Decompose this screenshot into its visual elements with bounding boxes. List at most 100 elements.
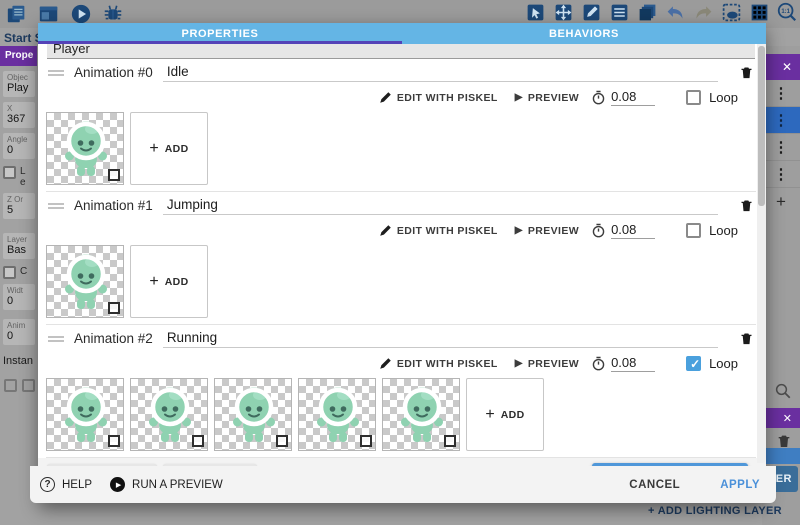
preview-button[interactable]: ▶ PREVIEW bbox=[510, 225, 584, 237]
speed-input[interactable]: 0.08 bbox=[611, 89, 655, 106]
sprite-frame[interactable] bbox=[382, 378, 460, 451]
layer-edit-partial[interactable] bbox=[762, 448, 800, 464]
add-animation-button[interactable]: + ADD AN ANIMATION bbox=[592, 463, 748, 466]
edit-with-piskel-button[interactable]: EDIT WITH PISKEL bbox=[374, 357, 503, 370]
variables-icon-1[interactable] bbox=[4, 379, 17, 392]
grid-icon[interactable] bbox=[748, 1, 770, 23]
edit-pencil-icon[interactable] bbox=[580, 1, 602, 23]
edit-with-piskel-button[interactable]: EDIT WITH PISKEL bbox=[374, 224, 503, 237]
frame-checkbox[interactable] bbox=[360, 435, 372, 447]
add-frame-button[interactable]: + ADD bbox=[466, 378, 544, 451]
menu-dots-icon[interactable]: ⋮ bbox=[774, 84, 789, 102]
move-tool-icon[interactable] bbox=[552, 1, 574, 23]
loop-toggle[interactable]: Loop bbox=[686, 356, 742, 371]
cancel-button[interactable]: CANCEL bbox=[629, 479, 680, 491]
custom-size-checkbox-row[interactable]: C bbox=[3, 266, 35, 279]
redo-icon[interactable] bbox=[692, 1, 714, 23]
add-row-button[interactable]: + bbox=[762, 188, 800, 215]
edit-hitboxes-button[interactable]: EDIT HITBOXES bbox=[48, 464, 156, 466]
preview-button[interactable]: ▶ PREVIEW bbox=[510, 92, 584, 104]
drag-handle-icon[interactable] bbox=[48, 68, 64, 78]
object-name-field[interactable]: ObjecPlay bbox=[3, 71, 35, 97]
animation-name-input[interactable]: Running bbox=[163, 330, 718, 348]
width-field[interactable]: Widt0 bbox=[3, 284, 35, 310]
menu-dots-icon[interactable]: ⋮ bbox=[774, 111, 789, 129]
layer-row[interactable]: ⋮ bbox=[762, 161, 800, 188]
edit-with-piskel-button[interactable]: EDIT WITH PISKEL bbox=[374, 91, 503, 104]
drag-handle-icon[interactable] bbox=[48, 201, 64, 211]
speed-input[interactable]: 0.08 bbox=[611, 222, 655, 239]
frame-checkbox[interactable] bbox=[108, 435, 120, 447]
layer-row[interactable]: ⋮ bbox=[762, 80, 800, 107]
undo-icon[interactable] bbox=[664, 1, 686, 23]
frame-checkbox[interactable] bbox=[276, 435, 288, 447]
delete-animation-icon[interactable] bbox=[736, 64, 756, 81]
object-name-input[interactable]: Player bbox=[47, 44, 755, 59]
tab-properties[interactable]: PROPERTIES bbox=[38, 23, 402, 44]
apply-button[interactable]: APPLY bbox=[720, 479, 760, 491]
dialog-scrollbar[interactable] bbox=[757, 44, 766, 463]
run-preview-button[interactable]: ▶ RUN A PREVIEW bbox=[110, 477, 223, 492]
animation-section: Animation #1 Jumping EDIT WITH PISKEL ▶ … bbox=[46, 192, 756, 325]
loop-checkbox[interactable] bbox=[686, 356, 701, 371]
close-icon[interactable]: ✕ bbox=[782, 60, 792, 74]
tab-behaviors[interactable]: BEHAVIORS bbox=[402, 23, 766, 44]
add-frame-button[interactable]: + ADD bbox=[130, 245, 208, 318]
objects-stack-icon[interactable] bbox=[636, 1, 658, 23]
angle-field[interactable]: Angle0 bbox=[3, 133, 35, 159]
x-field[interactable]: X367 bbox=[3, 102, 35, 128]
play-scene-icon[interactable] bbox=[70, 3, 92, 25]
menu-dots-icon[interactable]: ⋮ bbox=[774, 138, 789, 156]
variables-icon-2[interactable] bbox=[22, 379, 35, 392]
layer-row[interactable]: ⋮ bbox=[762, 107, 800, 134]
instances-list-icon[interactable] bbox=[608, 1, 630, 23]
frame-checkbox[interactable] bbox=[108, 302, 120, 314]
animation-name-input[interactable]: Jumping bbox=[163, 197, 718, 215]
dialog-content: Player Animation #0 Idle EDIT WITH PISKE… bbox=[38, 44, 766, 466]
frame-checkbox[interactable] bbox=[444, 435, 456, 447]
zoom-1-1-icon[interactable]: 1:1 bbox=[776, 1, 798, 23]
sprite-frame[interactable] bbox=[130, 378, 208, 451]
search-icon[interactable] bbox=[774, 382, 792, 405]
lock-checkbox[interactable] bbox=[3, 166, 16, 179]
sprite-frame[interactable] bbox=[214, 378, 292, 451]
loop-toggle[interactable]: Loop bbox=[686, 90, 742, 105]
sprite-frame[interactable] bbox=[46, 245, 124, 318]
sprite-frame[interactable] bbox=[46, 378, 124, 451]
loop-label: Loop bbox=[709, 90, 738, 105]
close-icon[interactable]: ✕ bbox=[783, 412, 792, 425]
scene-tab[interactable]: Start S bbox=[4, 31, 43, 45]
speed-input[interactable]: 0.08 bbox=[611, 355, 655, 372]
lock-checkbox-row[interactable]: Le bbox=[3, 166, 35, 188]
preview-button[interactable]: ▶ PREVIEW bbox=[510, 358, 584, 370]
animation-field[interactable]: Anim0 bbox=[3, 319, 35, 345]
project-manager-icon[interactable] bbox=[6, 3, 28, 25]
window-icon[interactable] bbox=[38, 3, 60, 25]
menu-dots-icon[interactable]: ⋮ bbox=[774, 165, 789, 183]
frames-row: + ADD bbox=[46, 375, 756, 457]
left-properties-panel: Prope ObjecPlay X367 Angle0 Le Z Or5 Lay… bbox=[0, 46, 37, 525]
frame-checkbox[interactable] bbox=[108, 169, 120, 181]
loop-checkbox[interactable] bbox=[686, 90, 701, 105]
scrollbar-thumb[interactable] bbox=[758, 46, 765, 206]
sprite-frame[interactable] bbox=[46, 112, 124, 185]
drag-handle-icon[interactable] bbox=[48, 334, 64, 344]
animation-name-input[interactable]: Idle bbox=[163, 64, 718, 82]
help-button[interactable]: ? HELP bbox=[40, 477, 92, 492]
loop-toggle[interactable]: Loop bbox=[686, 223, 742, 238]
debug-icon[interactable] bbox=[102, 3, 124, 25]
add-frame-button[interactable]: + ADD bbox=[130, 112, 208, 185]
select-tool-icon[interactable] bbox=[524, 1, 546, 23]
add-lighting-layer-button[interactable]: + ADD LIGHTING LAYER bbox=[648, 505, 798, 517]
sprite-frame[interactable] bbox=[298, 378, 376, 451]
custom-size-checkbox[interactable] bbox=[3, 266, 16, 279]
mask-grid-icon[interactable] bbox=[720, 1, 742, 23]
loop-checkbox[interactable] bbox=[686, 223, 701, 238]
frame-checkbox[interactable] bbox=[192, 435, 204, 447]
layer-row[interactable]: ⋮ bbox=[762, 134, 800, 161]
delete-animation-icon[interactable] bbox=[736, 330, 756, 347]
edit-points-button[interactable]: EDIT POINTS bbox=[164, 464, 256, 466]
layer-field[interactable]: LayerBas bbox=[3, 233, 35, 259]
delete-animation-icon[interactable] bbox=[736, 197, 756, 214]
z-order-field[interactable]: Z Or5 bbox=[3, 193, 35, 219]
